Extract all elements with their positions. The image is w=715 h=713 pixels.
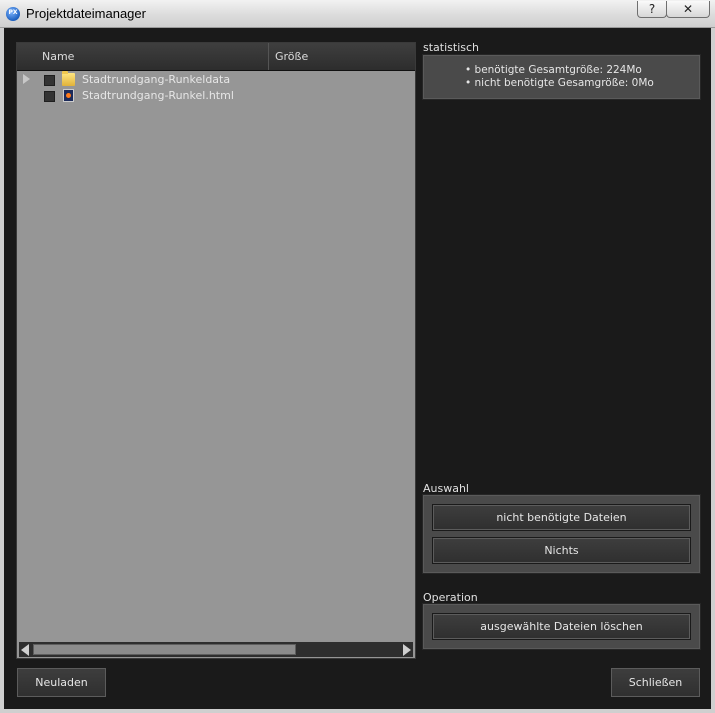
delete-selected-button[interactable]: ausgewählte Dateien löschen — [432, 613, 691, 640]
operation-panel: ausgewählte Dateien löschen — [422, 603, 701, 650]
folder-icon — [62, 71, 75, 86]
file-tree[interactable]: Name Größe Stadtrundgang-Runkeldata Stad… — [16, 42, 416, 659]
row-checkbox[interactable] — [44, 91, 55, 102]
close-dialog-button[interactable]: Schließen — [610, 667, 701, 698]
scrollbar-thumb[interactable] — [33, 644, 296, 655]
stat-needed-size: • benötigte Gesamtgröße: 224Mo — [465, 64, 642, 76]
selection-panel: nicht benötigte Dateien Nichts — [422, 494, 701, 574]
tree-row[interactable]: Stadtrundgang-Runkel.html — [17, 88, 415, 104]
tree-item-label: Stadtrundgang-Runkel.html — [82, 89, 234, 102]
reload-button[interactable]: Neuladen — [16, 667, 107, 698]
column-header-name[interactable]: Name — [17, 43, 269, 70]
horizontal-scrollbar[interactable] — [19, 642, 413, 657]
window-close-button[interactable]: ✕ — [666, 1, 710, 18]
title-bar: PX Projektdateimanager ? ✕ — [0, 0, 715, 28]
app-icon: PX — [6, 7, 20, 21]
html-file-icon — [63, 89, 74, 102]
scroll-left-icon[interactable] — [21, 644, 29, 656]
select-none-button[interactable]: Nichts — [432, 537, 691, 564]
tree-header: Name Größe — [17, 43, 415, 71]
tree-row[interactable]: Stadtrundgang-Runkeldata — [17, 71, 415, 88]
tree-item-label: Stadtrundgang-Runkeldata — [82, 73, 231, 86]
stats-panel: • benötigte Gesamtgröße: 224Mo • nicht b… — [422, 54, 701, 100]
scroll-right-icon[interactable] — [403, 644, 411, 656]
window-title: Projektdateimanager — [26, 6, 146, 21]
help-button[interactable]: ? — [637, 1, 667, 18]
stat-unneeded-size: • nicht benötigte Gesamgröße: 0Mo — [465, 77, 654, 89]
stats-group-title: statistisch — [423, 41, 480, 54]
select-unneeded-button[interactable]: nicht benötigte Dateien — [432, 504, 691, 531]
row-checkbox[interactable] — [44, 75, 55, 86]
expand-arrow-icon[interactable] — [23, 74, 30, 84]
column-header-size[interactable]: Größe — [269, 43, 415, 70]
